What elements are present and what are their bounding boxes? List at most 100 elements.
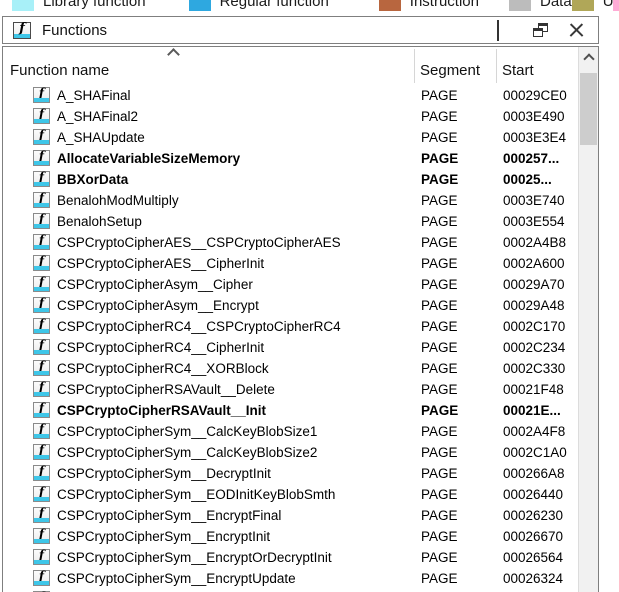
navband-legend: Library function Regular function Instru…	[0, 0, 619, 14]
sort-ascending-icon	[167, 48, 180, 61]
function-start: 00026440	[503, 484, 577, 505]
functions-window-icon: f	[13, 22, 31, 39]
function-name: CSPCryptoCipherSym__EncryptOrDecryptInit	[57, 547, 398, 568]
function-list: f A_SHAFinal PAGE 00029CE0 f A_SHAFinal2…	[3, 85, 578, 592]
function-segment: PAGE	[421, 232, 495, 253]
function-segment: PAGE	[421, 253, 495, 274]
function-start: 00029A70	[503, 274, 577, 295]
function-segment: PAGE	[421, 463, 495, 484]
function-row[interactable]: f CSPCryptoCipherSym__EncryptUpdate PAGE…	[3, 568, 578, 589]
function-row[interactable]: f CSPCryptoCipherRSAVault__Init PAGE 000…	[3, 400, 578, 421]
function-row[interactable]: f CSPCryptoCipherSym__EncryptInit PAGE 0…	[3, 526, 578, 547]
function-row[interactable]: f A_SHAUpdate PAGE 0003E3E4	[3, 127, 578, 148]
function-segment: PAGE	[421, 106, 495, 127]
function-start: 00029CE0	[503, 85, 577, 106]
function-icon: f	[33, 255, 50, 271]
function-row[interactable]: f CSPCryptoCipherAsym__Cipher PAGE 00029…	[3, 274, 578, 295]
function-name: CSPCryptoCipherRSAVault__Delete	[57, 379, 398, 400]
function-row[interactable]: f CSPCryptoCipherSym__CalcKeyBlobSize2 P…	[3, 442, 578, 463]
function-row[interactable]: f A_SHAFinal PAGE 00029CE0	[3, 85, 578, 106]
function-icon: f	[33, 486, 50, 502]
function-start: 000266A8	[503, 463, 577, 484]
scroll-up-button[interactable]	[579, 47, 598, 66]
legend-overflow-swatch	[613, 0, 619, 11]
functions-window-titlebar[interactable]: f Functions	[2, 16, 599, 44]
function-row[interactable]: f CSPCryptoCipherRC4__CSPCryptoCipherRC4…	[3, 316, 578, 337]
function-start: 000257...	[503, 148, 577, 169]
function-icon: f	[33, 213, 50, 229]
function-segment: PAGE	[421, 421, 495, 442]
function-row[interactable]: f CSPCryptoCipherAES__CipherInit PAGE 00…	[3, 253, 578, 274]
function-icon: f	[33, 423, 50, 439]
function-start: 0002C1A0	[503, 442, 577, 463]
function-start: 0002A600	[503, 253, 577, 274]
function-start: 0003E554	[503, 211, 577, 232]
function-row[interactable]: f BenalohSetup PAGE 0003E554	[3, 211, 578, 232]
function-start: 0003E490	[503, 106, 577, 127]
function-row[interactable]: f CSPCryptoCipherSym__EODInitKeyBlobSmth…	[3, 484, 578, 505]
list-header: Function name Segment Start	[3, 47, 598, 85]
legend-item: Regular function	[189, 0, 329, 11]
function-icon: f	[33, 381, 50, 397]
function-row[interactable]: f CSPCryptoCipherSym__EncryptFinal PAGE …	[3, 505, 578, 526]
function-row[interactable]: f BenalohModMultiply PAGE 0003E740	[3, 190, 578, 211]
function-segment: PAGE	[421, 337, 495, 358]
window-controls	[497, 23, 588, 37]
function-segment: PAGE	[421, 568, 495, 589]
function-row[interactable]: f CSPCryptoCipherRC4__XORBlock PAGE 0002…	[3, 358, 578, 379]
maximize-button[interactable]	[497, 23, 512, 37]
function-row[interactable]: f CSPCryptoCipherAES__CSPCryptoCipherAES…	[3, 232, 578, 253]
function-segment: PAGE	[421, 190, 495, 211]
window-title: Functions	[42, 22, 107, 39]
function-row[interactable]: f CSPCryptoCipherRC4__CipherInit PAGE 00…	[3, 337, 578, 358]
function-segment: PAGE	[421, 85, 495, 106]
column-header-function-name[interactable]: Function name	[10, 62, 109, 79]
legend-item: Library function	[12, 0, 146, 11]
function-name: A_SHAFinal2	[57, 106, 398, 127]
functions-window: f Functions Function name Segment Start	[2, 16, 599, 592]
close-button[interactable]	[569, 23, 584, 37]
function-row[interactable]: f CSPCryptoCipherRSAVault__Delete PAGE 0…	[3, 379, 578, 400]
legend-label: Library function	[43, 0, 146, 10]
column-header-segment[interactable]: Segment	[420, 62, 480, 79]
function-start: 00026324	[503, 568, 577, 589]
function-start: 00021E...	[503, 400, 577, 421]
function-row[interactable]: f CSPCryptoCipherSym__EncryptOrDecryptIn…	[3, 547, 578, 568]
function-segment: PAGE	[421, 169, 495, 190]
restore-button[interactable]	[533, 23, 548, 37]
scrollbar-thumb[interactable]	[580, 73, 597, 145]
function-segment: PAGE	[421, 379, 495, 400]
function-start: 0002C330	[503, 358, 577, 379]
function-start: 00029A48	[503, 295, 577, 316]
function-name: CSPCryptoCipherAsym__Cipher	[57, 274, 398, 295]
function-row[interactable]: f CSPCryptoCipherSym__DecryptInit PAGE 0…	[3, 463, 578, 484]
function-name: BenalohSetup	[57, 211, 398, 232]
function-name: CSPCryptoCipherSym__CalcKeyBlobSize2	[57, 442, 398, 463]
function-name: CSPCryptoCipherAsym__Encrypt	[57, 295, 398, 316]
function-row[interactable]: f CSPCryptoCipherSym__CalcKeyBlobSize1 P…	[3, 421, 578, 442]
function-icon: f	[33, 402, 50, 418]
function-row[interactable]: f BBXorData PAGE 00025...	[3, 169, 578, 190]
function-icon: f	[33, 339, 50, 355]
function-row[interactable]: f CSPCryptoCipherAsym__Encrypt PAGE 0002…	[3, 295, 578, 316]
column-header-start[interactable]: Start	[502, 62, 534, 79]
function-name: CSPCryptoCipherSym__EncryptFinal	[57, 505, 398, 526]
vertical-scrollbar[interactable]	[578, 47, 598, 592]
function-icon: f	[33, 570, 50, 586]
legend-color-swatch	[12, 0, 34, 11]
function-segment: PAGE	[421, 127, 495, 148]
function-name: CSPCryptoCipherSym__EncryptInit	[57, 526, 398, 547]
legend-label: Regular function	[220, 0, 329, 10]
function-name: CSPCryptoCipherSym__DecryptInit	[57, 463, 398, 484]
function-icon: f	[33, 528, 50, 544]
function-segment: PAGE	[421, 295, 495, 316]
function-name: CSPCryptoCipherSym__CalcKeyBlobSize1	[57, 421, 398, 442]
function-start: 0002A4B8	[503, 232, 577, 253]
function-name: CSPCryptoCipherRC4__XORBlock	[57, 358, 398, 379]
legend-label: Data	[540, 0, 572, 10]
function-segment: PAGE	[421, 526, 495, 547]
column-divider[interactable]	[414, 49, 415, 83]
column-divider[interactable]	[496, 49, 497, 83]
function-row[interactable]: f AllocateVariableSizeMemory PAGE 000257…	[3, 148, 578, 169]
function-row[interactable]: f A_SHAFinal2 PAGE 0003E490	[3, 106, 578, 127]
